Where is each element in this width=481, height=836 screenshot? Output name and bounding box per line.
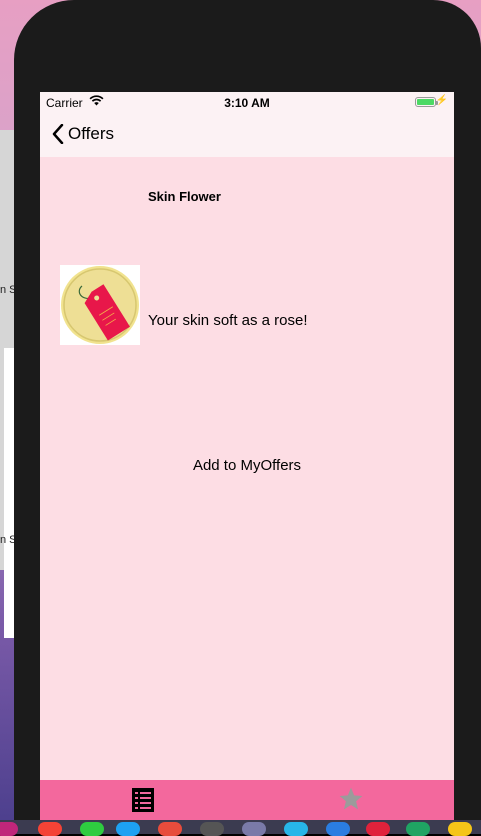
desktop-dock xyxy=(0,820,481,836)
background-window xyxy=(0,130,14,638)
charging-icon: ⚡ xyxy=(435,95,448,106)
list-icon xyxy=(132,788,154,812)
chevron-left-icon xyxy=(52,124,64,144)
star-icon xyxy=(339,787,363,810)
offer-description: Your skin soft as a rose! xyxy=(148,312,308,329)
background-window-panel xyxy=(4,348,14,638)
status-bar: Carrier 3:10 AM ⚡ xyxy=(40,92,454,112)
app-screen: Carrier 3:10 AM ⚡ Offers Skin Flower You… xyxy=(40,92,454,828)
status-time: 3:10 AM xyxy=(224,96,270,110)
back-button-label: Offers xyxy=(68,124,114,143)
price-tag-icon xyxy=(61,266,139,344)
offer-image xyxy=(60,265,140,345)
battery-icon xyxy=(415,97,438,107)
navigation-bar: Offers xyxy=(40,112,454,157)
tab-offers-list[interactable] xyxy=(132,788,154,817)
tab-myoffers[interactable] xyxy=(338,786,364,817)
offer-title: Skin Flower xyxy=(148,189,221,204)
add-to-myoffers-button[interactable]: Add to MyOffers xyxy=(40,457,454,474)
back-button[interactable]: Offers xyxy=(52,124,114,144)
